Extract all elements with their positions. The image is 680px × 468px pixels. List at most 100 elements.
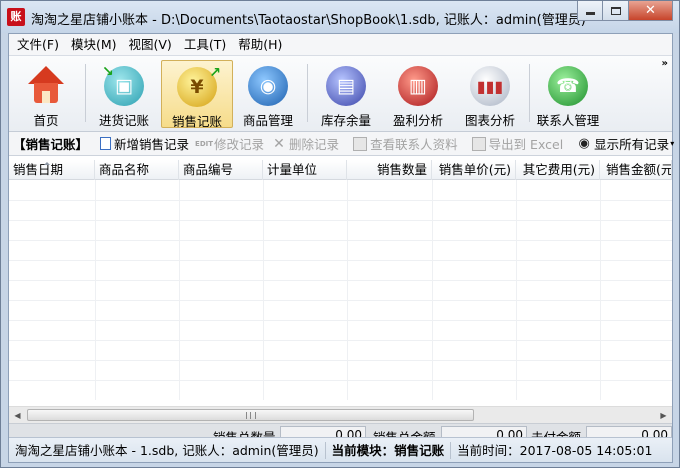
new-document-icon xyxy=(100,137,112,150)
new-sale-label: 新增销售记录 xyxy=(114,137,190,152)
toolbar-sales-button[interactable]: ¥ ↗ 销售记账 xyxy=(161,60,233,129)
grid-column-line xyxy=(95,180,96,400)
toolbar-profit-button[interactable]: ▥ 盈利分析 xyxy=(385,60,451,128)
window-controls: ✕ xyxy=(577,1,673,21)
toolbar-label: 首页 xyxy=(33,113,59,128)
toolbar-label: 图表分析 xyxy=(464,113,515,128)
grid-row-line xyxy=(9,380,672,381)
toolbar-separator xyxy=(85,64,86,122)
app-logo-icon: 账 xyxy=(7,8,25,26)
status-app-info: 淘淘之星店铺小账本 - 1.sdb, 记账人：admin(管理员) xyxy=(9,441,326,459)
grid-row-line xyxy=(9,280,672,281)
sales-yuan-icon: ¥ ↗ xyxy=(177,65,221,107)
show-all-records-label: 显示所有记录 xyxy=(594,137,670,152)
scroll-left-button[interactable]: ◀ xyxy=(9,407,26,423)
main-toolbar: 首页 ▣ ↘ 进货记账 ¥ ↗ 销售记账 ◉ 商品管理 ▤ 库存余量 ▥ 盈利分… xyxy=(9,56,672,132)
export-icon xyxy=(471,136,486,151)
toolbar-label: 销售记账 xyxy=(171,114,222,129)
grid-column-line xyxy=(263,180,264,400)
scroll-right-button[interactable]: ▶ xyxy=(655,407,672,423)
column-header-unit[interactable]: 计量单位 xyxy=(263,160,347,180)
column-header-unit-price[interactable]: 销售单价(元) xyxy=(432,160,516,180)
column-header-other-fee[interactable]: 其它费用(元) xyxy=(516,160,600,180)
grid-column-line xyxy=(600,180,601,400)
grid-row-line xyxy=(9,340,672,341)
toolbar-label: 商品管理 xyxy=(242,113,293,128)
grid-row-line xyxy=(9,300,672,301)
client-area: 文件(F) 模块(M) 视图(V) 工具(T) 帮助(H) 首页 ▣ ↘ 进货记账… xyxy=(8,33,674,463)
app-window: 账 淘淘之星店铺小账本 - D:\Documents\Taotaostar\Sh… xyxy=(0,0,680,468)
status-bar: 淘淘之星店铺小账本 - 1.sdb, 记账人：admin(管理员) 当前模块：销… xyxy=(9,437,672,462)
status-current-module: 当前模块：销售记账 xyxy=(326,441,452,459)
grid-column-line xyxy=(432,180,433,400)
new-sale-button[interactable]: 新增销售记录 xyxy=(96,132,193,156)
home-icon xyxy=(26,66,66,106)
grid-row-line xyxy=(9,320,672,321)
toolbar-goods-button[interactable]: ◉ 商品管理 xyxy=(235,60,301,128)
column-header-sale-date[interactable]: 销售日期 xyxy=(9,160,95,180)
column-header-quantity[interactable]: 销售数量 xyxy=(347,160,432,180)
maximize-button[interactable] xyxy=(603,1,629,21)
table-body xyxy=(9,180,672,400)
eye-icon: ◉ xyxy=(578,136,590,151)
menu-help[interactable]: 帮助(H) xyxy=(232,34,288,56)
show-all-records-dropdown[interactable]: ◉ 显示所有记录 ▾ xyxy=(573,132,678,156)
menu-bar: 文件(F) 模块(M) 视图(V) 工具(T) 帮助(H) xyxy=(9,34,672,56)
column-header-goods-code[interactable]: 商品编号 xyxy=(179,160,263,180)
sort-caret-icon xyxy=(44,162,50,165)
delete-x-icon: ✕ xyxy=(273,135,285,152)
view-contact-label: 查看联系人资料 xyxy=(370,137,458,152)
toolbar-contacts-button[interactable]: ☎ 联系人管理 xyxy=(531,60,605,128)
purchase-box-icon: ▣ ↘ xyxy=(102,64,144,106)
grid-row-line xyxy=(9,260,672,261)
phone-contacts-icon: ☎ xyxy=(548,66,588,106)
edit-icon: EDIT xyxy=(195,139,214,148)
menu-file[interactable]: 文件(F) xyxy=(11,34,65,56)
toolbar-label: 进货记账 xyxy=(98,113,149,128)
close-icon: ✕ xyxy=(645,3,656,18)
minimize-icon xyxy=(585,12,595,15)
title-bar: 账 淘淘之星店铺小账本 - D:\Documents\Taotaostar\Sh… xyxy=(1,1,679,33)
toolbar-chart-button[interactable]: ▮▮▮ 图表分析 xyxy=(457,60,523,128)
horizontal-scrollbar[interactable]: ◀ ▶ xyxy=(9,406,672,423)
table-header: 销售日期 商品名称 商品编号 计量单位 销售数量 销售单价(元) 其它费用(元)… xyxy=(9,160,672,180)
module-title: 【销售记账】 xyxy=(13,137,89,152)
toolbar-label: 联系人管理 xyxy=(536,113,600,128)
column-header-amount[interactable]: 销售金额(元) xyxy=(600,160,672,180)
menu-view[interactable]: 视图(V) xyxy=(123,34,178,56)
grid-column-line xyxy=(347,180,348,400)
toolbar-home-button[interactable]: 首页 xyxy=(13,60,79,128)
toolbar-inventory-button[interactable]: ▤ 库存余量 xyxy=(313,60,379,128)
chevron-down-icon: ▾ xyxy=(670,139,675,148)
toolbar-label: 盈利分析 xyxy=(392,113,443,128)
export-excel-button[interactable]: 导出到 Excel xyxy=(468,132,568,156)
grid-row-line xyxy=(9,200,672,201)
contact-card-icon xyxy=(353,136,368,151)
toolbar-separator xyxy=(529,64,530,122)
toolbar-purchase-button[interactable]: ▣ ↘ 进货记账 xyxy=(91,60,157,128)
export-excel-label: 导出到 Excel xyxy=(488,137,564,152)
window-title: 淘淘之星店铺小账本 - D:\Documents\Taotaostar\Shop… xyxy=(31,13,586,28)
grid-row-line xyxy=(9,240,672,241)
scrollbar-thumb[interactable] xyxy=(27,409,474,421)
sales-records-table[interactable]: 销售日期 商品名称 商品编号 计量单位 销售数量 销售单价(元) 其它费用(元)… xyxy=(9,156,672,406)
toolbar-label: 库存余量 xyxy=(320,113,371,128)
edit-record-button[interactable]: EDIT 修改记录 xyxy=(193,132,268,156)
profit-analysis-icon: ▥ xyxy=(398,66,438,106)
minimize-button[interactable] xyxy=(577,1,603,21)
close-button[interactable]: ✕ xyxy=(629,1,673,21)
menu-module[interactable]: 模块(M) xyxy=(65,34,123,56)
bar-chart-icon: ▮▮▮ xyxy=(470,66,510,106)
column-header-goods-name[interactable]: 商品名称 xyxy=(95,160,179,180)
grip-icon xyxy=(245,412,256,419)
view-contact-button[interactable]: 查看联系人资料 xyxy=(349,132,462,156)
toolbar-overflow-button[interactable]: » xyxy=(662,58,668,69)
status-current-time: 当前时间：2017-08-05 14:05:01 xyxy=(457,442,653,458)
grid-column-line xyxy=(516,180,517,400)
edit-record-label: 修改记录 xyxy=(214,137,265,152)
grid-row-line xyxy=(9,220,672,221)
goods-globe-icon: ◉ xyxy=(248,66,288,106)
delete-record-label: 删除记录 xyxy=(289,137,340,152)
delete-record-button[interactable]: ✕ 删除记录 xyxy=(268,132,343,156)
menu-tools[interactable]: 工具(T) xyxy=(178,34,232,56)
